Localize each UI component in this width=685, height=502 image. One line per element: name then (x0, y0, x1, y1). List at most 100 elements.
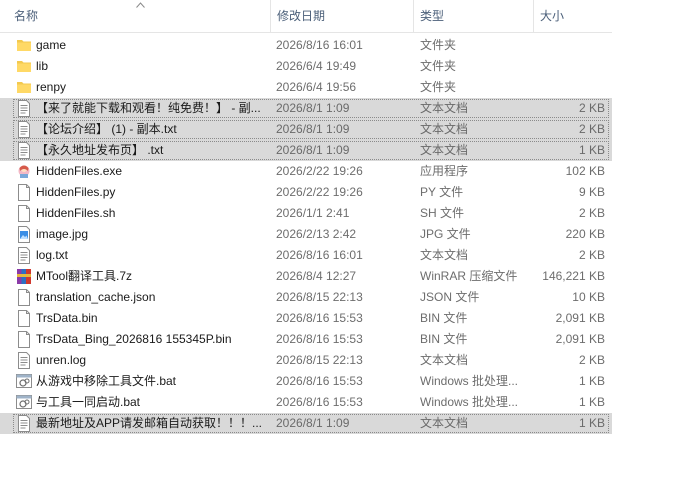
blank-file-icon (16, 205, 32, 222)
file-name: 【永久地址发布页】 .txt (36, 143, 164, 157)
file-name: lib (36, 59, 49, 73)
file-type: 应用程序 (420, 164, 469, 178)
file-type: JSON 文件 (420, 290, 480, 304)
column-header-type[interactable]: 类型 (413, 0, 533, 32)
file-name: HiddenFiles.exe (36, 164, 123, 178)
file-size: 220 KB (565, 227, 605, 241)
file-list: game 2026/8/16 16:01 文件夹 lib 2026/6/4 19:49 文… (0, 35, 612, 434)
file-date-modified: 2026/2/22 19:26 (276, 164, 363, 178)
file-name: 【来了就能下载和观看！纯免费！】 - 副... (36, 101, 261, 115)
file-date-modified: 2026/8/1 1:09 (276, 122, 350, 136)
file-size: 10 KB (572, 290, 605, 304)
file-row[interactable]: unren.log 2026/8/15 22:13 文本文档 2 KB (0, 350, 612, 371)
file-type: 文件夹 (420, 38, 457, 52)
file-name: 与工具一同启动.bat (36, 395, 141, 409)
file-name: TrsData.bin (36, 311, 98, 325)
file-row[interactable]: 【永久地址发布页】 .txt 2026/8/1 1:09 文本文档 1 KB (0, 140, 612, 161)
text-file-icon (16, 415, 32, 432)
winrar-archive-icon (16, 268, 32, 285)
text-file-icon (16, 121, 32, 138)
file-date-modified: 2026/2/13 2:42 (276, 227, 357, 241)
file-date-modified: 2026/8/16 15:53 (276, 374, 363, 388)
blank-file-icon (16, 310, 32, 327)
file-date-modified: 2026/8/16 15:53 (276, 395, 363, 409)
folder-icon (16, 58, 32, 75)
file-size: 1 KB (578, 143, 605, 157)
blank-file-icon (16, 289, 32, 306)
file-date-modified: 2026/8/1 1:09 (276, 101, 350, 115)
file-row[interactable]: TrsData.bin 2026/8/16 15:53 BIN 文件 2,091 KB (0, 308, 612, 329)
blank-file-icon (16, 184, 32, 201)
file-row[interactable]: lib 2026/6/4 19:49 文件夹 (0, 56, 612, 77)
file-date-modified: 2026/1/1 2:41 (276, 206, 350, 220)
app-exe-icon (16, 163, 32, 180)
file-row[interactable]: translation_cache.json 2026/8/15 22:13 JSO… (0, 287, 612, 308)
file-size: 2,091 KB (555, 332, 605, 346)
file-name: MTool翻译工具.7z (36, 269, 133, 283)
folder-icon (16, 79, 32, 96)
file-row[interactable]: 【论坛介绍】 (1) - 副本.txt 2026/8/1 1:09 文本文档 2 KB (0, 119, 612, 140)
file-type: 文本文档 (420, 122, 469, 136)
file-type: SH 文件 (420, 206, 465, 220)
file-size (533, 56, 605, 77)
text-file-icon (16, 247, 32, 264)
file-row[interactable]: 【来了就能下载和观看！纯免费！】 - 副... 2026/8/1 1:09 文本文档… (0, 98, 612, 119)
file-type: BIN 文件 (420, 311, 468, 325)
file-type: 文本文档 (420, 101, 469, 115)
file-row[interactable]: renpy 2026/6/4 19:56 文件夹 (0, 77, 612, 98)
file-size: 1 KB (578, 416, 605, 430)
file-row[interactable]: MTool翻译工具.7z 2026/8/4 12:27 WinRAR 压缩文件 146… (0, 266, 612, 287)
file-name: log.txt (36, 248, 69, 262)
file-row[interactable]: log.txt 2026/8/16 16:01 文本文档 2 KB (0, 245, 612, 266)
file-row[interactable]: TrsData_Bing_2026816 155345P.bin 2026/8/1… (0, 329, 612, 350)
file-date-modified: 2026/8/16 15:53 (276, 311, 363, 325)
file-type: 文本文档 (420, 248, 469, 262)
file-row[interactable]: 与工具一同启动.bat 2026/8/16 15:53 Windows 批处理...… (0, 392, 612, 413)
file-size: 102 KB (565, 164, 605, 178)
file-type: 文本文档 (420, 416, 469, 430)
file-row[interactable]: 最新地址及APP请发邮箱自动获取！！！... 2026/8/1 1:09 文本文档 1… (0, 413, 612, 434)
file-name: image.jpg (36, 227, 89, 241)
file-name: 最新地址及APP请发邮箱自动获取！！！... (36, 416, 263, 430)
text-file-icon (16, 142, 32, 159)
file-row[interactable]: HiddenFiles.py 2026/2/22 19:26 PY 文件 9 KB (0, 182, 612, 203)
column-header-date-modified[interactable]: 修改日期 (270, 0, 413, 32)
file-type: JPG 文件 (420, 227, 471, 241)
column-header-bar: 名称 修改日期 类型 大小 (0, 0, 612, 33)
file-date-modified: 2026/8/15 22:13 (276, 290, 363, 304)
file-name: HiddenFiles.sh (36, 206, 116, 220)
file-row[interactable]: image.jpg 2026/2/13 2:42 JPG 文件 220 KB (0, 224, 612, 245)
file-type: PY 文件 (420, 185, 464, 199)
folder-icon (16, 37, 32, 54)
file-date-modified: 2026/8/15 22:13 (276, 353, 363, 367)
text-file-icon (16, 100, 32, 117)
file-explorer-details-view: 名称 修改日期 类型 大小 game 2026/8/16 16:01 文件夹 lib 2… (0, 0, 685, 502)
file-type: 文件夹 (420, 80, 457, 94)
column-header-name[interactable]: 名称 (8, 0, 270, 32)
file-size: 2 KB (578, 248, 605, 262)
file-row[interactable]: HiddenFiles.exe 2026/2/22 19:26 应用程序 102 KB (0, 161, 612, 182)
file-date-modified: 2026/8/1 1:09 (276, 143, 350, 157)
file-size: 2 KB (578, 101, 605, 115)
file-size: 1 KB (578, 395, 605, 409)
file-size (533, 77, 605, 98)
batch-file-icon (16, 394, 32, 411)
file-date-modified: 2026/8/16 15:53 (276, 332, 363, 346)
file-type: 文本文档 (420, 353, 469, 367)
file-name: 【论坛介绍】 (1) - 副本.txt (36, 122, 177, 136)
file-row[interactable]: HiddenFiles.sh 2026/1/1 2:41 SH 文件 2 KB (0, 203, 612, 224)
column-header-size[interactable]: 大小 (533, 0, 612, 32)
image-file-icon (16, 226, 32, 243)
file-name: game (36, 38, 67, 52)
file-date-modified: 2026/8/16 16:01 (276, 248, 363, 262)
file-size: 2,091 KB (555, 311, 605, 325)
blank-file-icon (16, 331, 32, 348)
file-size: 146,221 KB (542, 269, 605, 283)
file-size: 2 KB (578, 122, 605, 136)
file-size: 2 KB (578, 206, 605, 220)
file-size: 9 KB (578, 185, 605, 199)
file-row[interactable]: game 2026/8/16 16:01 文件夹 (0, 35, 612, 56)
file-row[interactable]: 从游戏中移除工具文件.bat 2026/8/16 15:53 Windows 批处理… (0, 371, 612, 392)
file-name: TrsData_Bing_2026816 155345P.bin (36, 332, 232, 346)
file-name: 从游戏中移除工具文件.bat (36, 374, 177, 388)
